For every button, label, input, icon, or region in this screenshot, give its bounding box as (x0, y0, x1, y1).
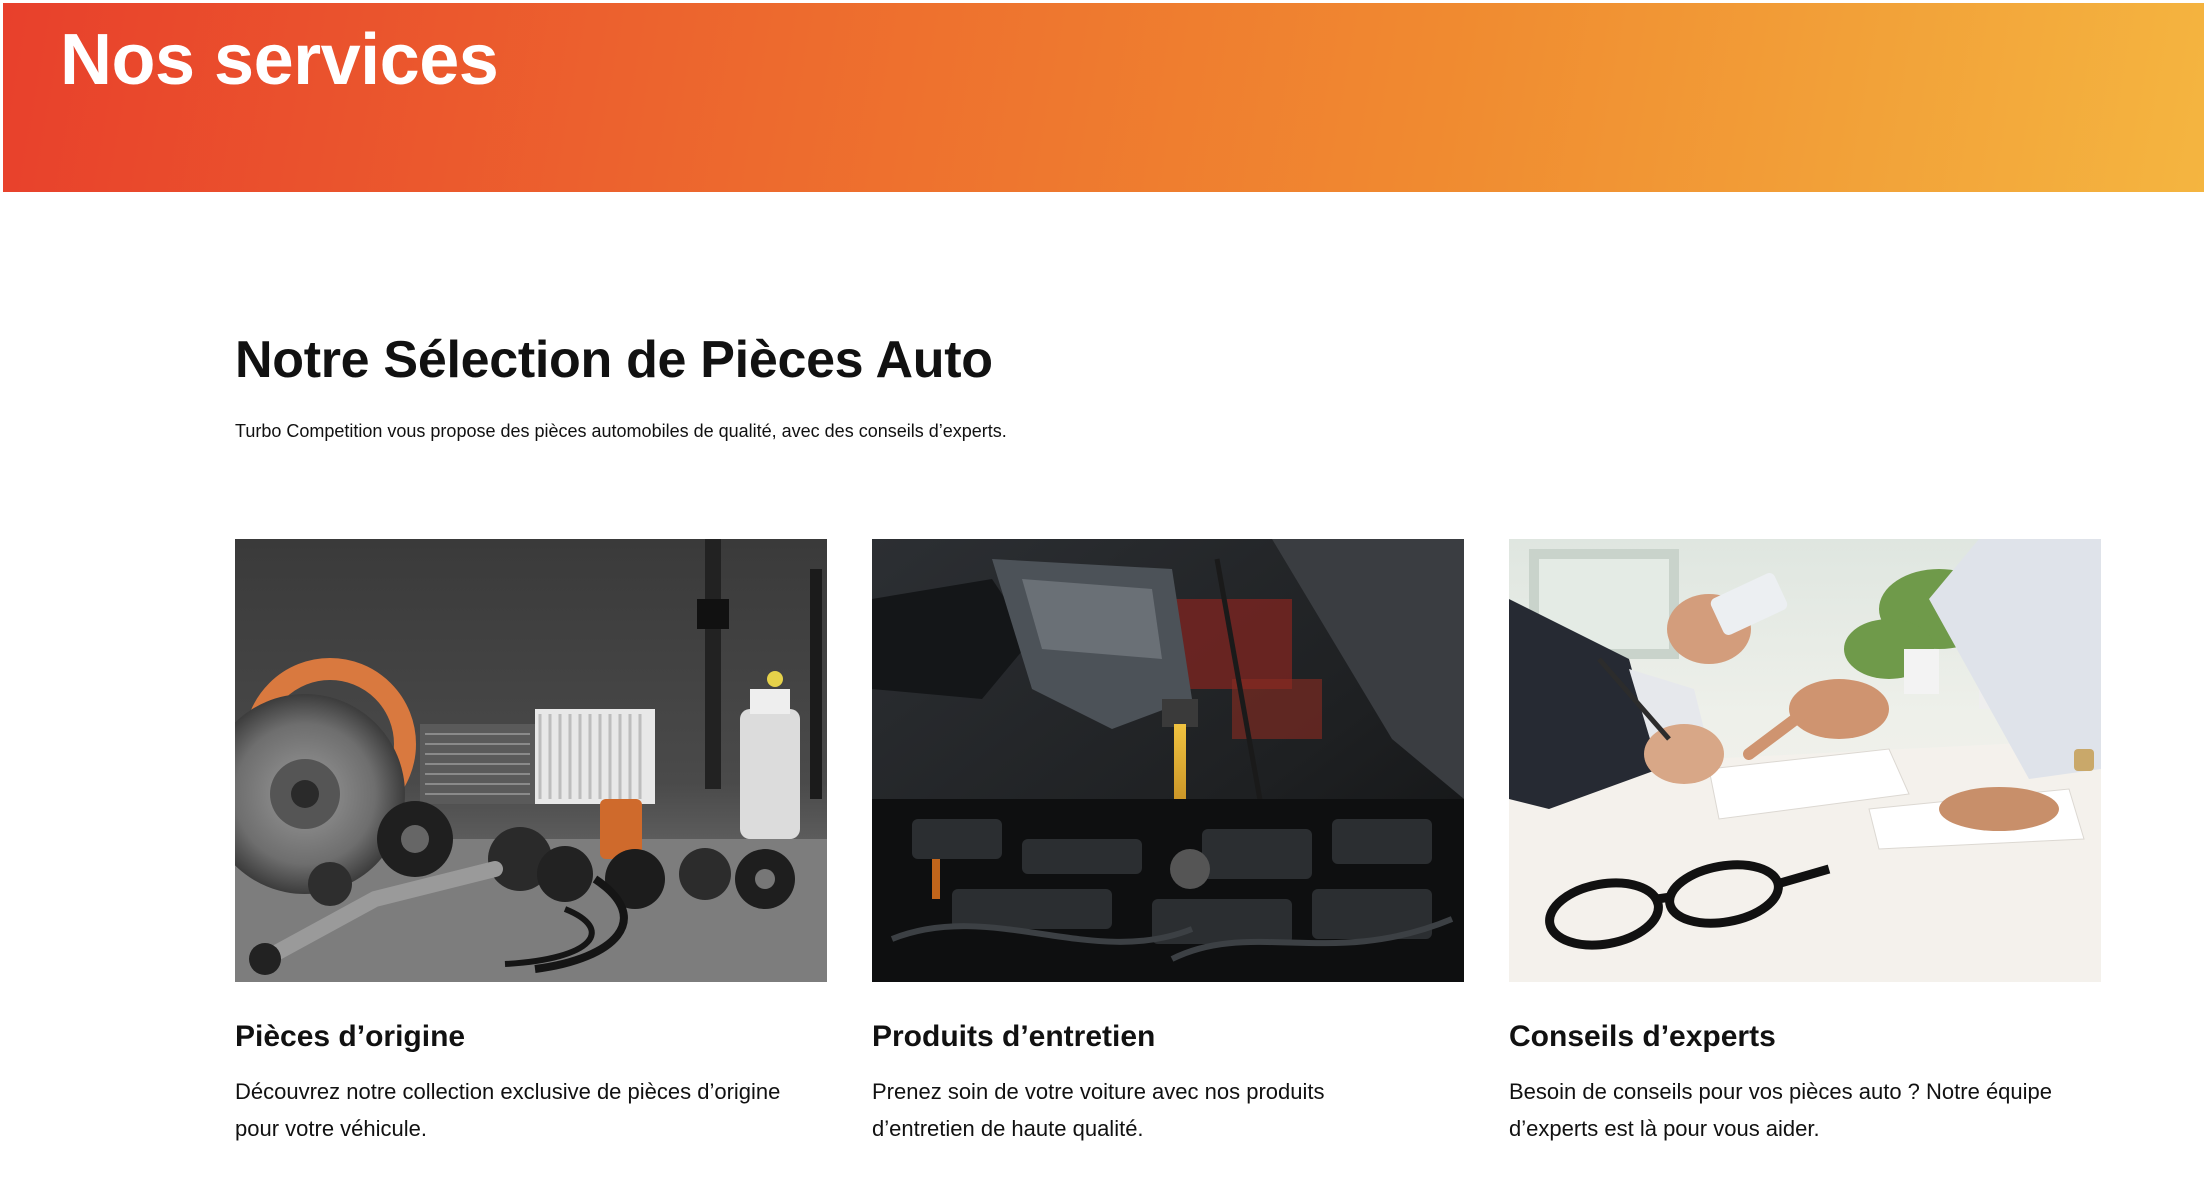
service-card-original-parts[interactable]: Pièces d’origine Découvrez notre collect… (235, 539, 827, 1141)
card-description: Découvrez notre collection exclusive de … (235, 1079, 781, 1141)
section-subtitle: Turbo Competition vous propose des pièce… (235, 421, 1007, 441)
page-title: Nos services (60, 20, 499, 100)
card-title[interactable]: Produits d’entretien (872, 1020, 1155, 1054)
car-parts-photo[interactable] (235, 539, 827, 982)
service-card-expert-advice[interactable]: Conseils d’experts Besoin de conseils po… (1509, 539, 2101, 1141)
card-title[interactable]: Conseils d’experts (1509, 1020, 1776, 1054)
service-card-maintenance-products[interactable]: Produits d’entretien Prenez soin de votr… (872, 539, 1464, 1141)
section-title: Notre Sélection de Pièces Auto (235, 331, 993, 389)
card-title[interactable]: Pièces d’origine (235, 1020, 465, 1054)
card-description: Besoin de conseils pour vos pièces auto … (1509, 1079, 2053, 1141)
header-banner: Nos services (3, 3, 2204, 192)
experts-meeting-photo[interactable] (1509, 539, 2101, 982)
engine-oil-pouring-photo[interactable] (872, 539, 1464, 982)
card-description: Prenez soin de votre voiture avec nos pr… (872, 1079, 1325, 1141)
